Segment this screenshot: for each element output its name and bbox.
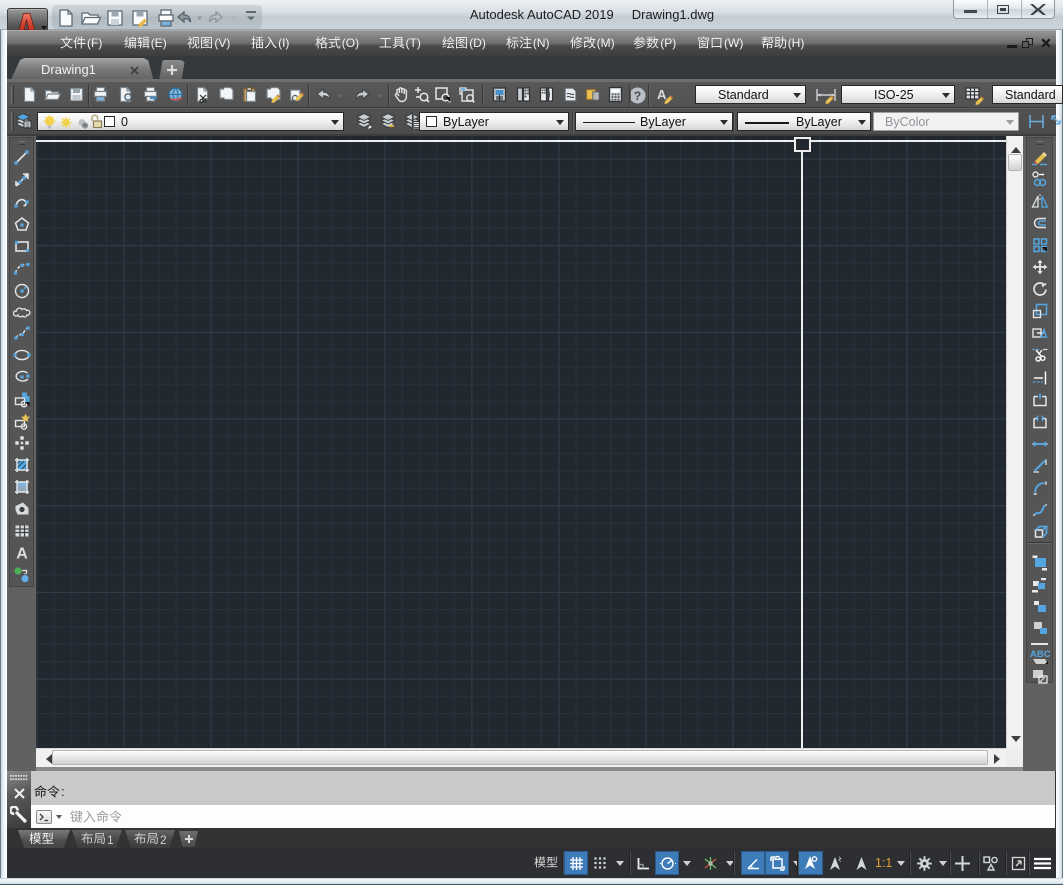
svg-text:A: A — [657, 87, 667, 102]
svg-text:A: A — [16, 545, 28, 562]
svg-text:ABC: ABC — [1030, 649, 1051, 660]
svg-text:?: ? — [634, 89, 641, 103]
